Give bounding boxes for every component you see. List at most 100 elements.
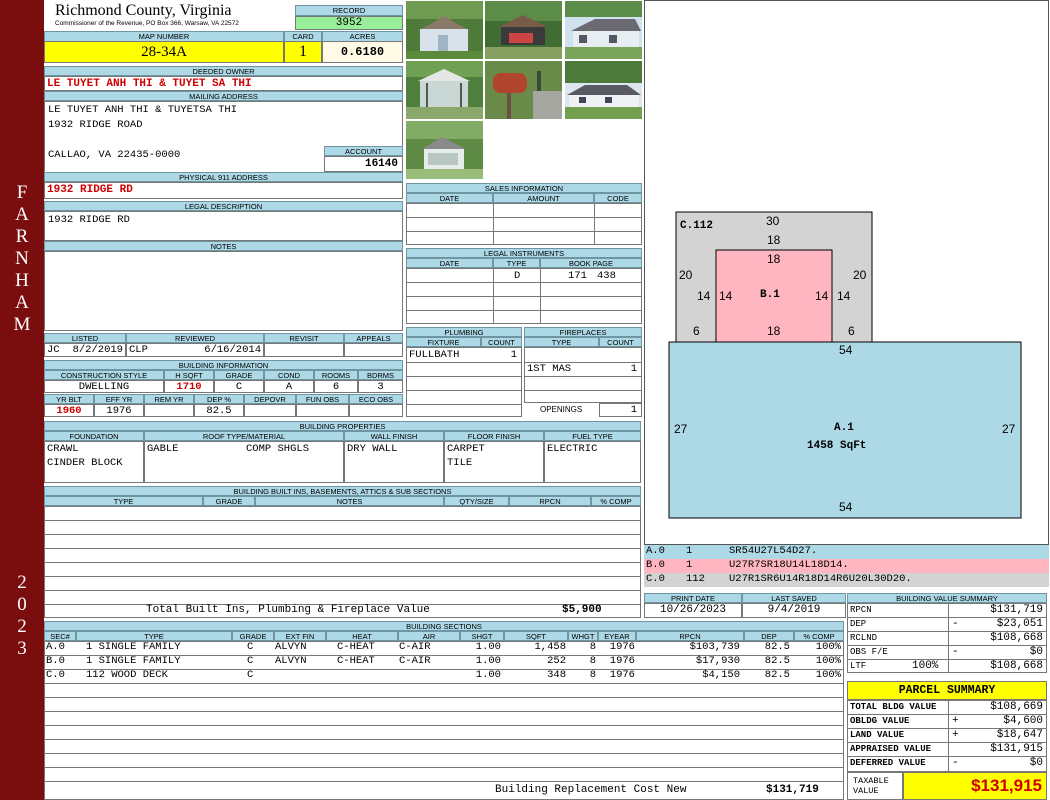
col-grade: GRADE [232, 631, 274, 641]
value-summary-label: BUILDING VALUE SUMMARY [847, 593, 1047, 603]
photo-shed-rear[interactable] [406, 121, 483, 179]
building-information-label: BUILDING INFORMATION [44, 360, 403, 370]
col-extfin: EXT FIN [274, 631, 326, 641]
rpcn-label: RPCN [850, 605, 872, 615]
sections-header: SEC# TYPE GRADE EXT FIN HEAT AIR SHGT SQ… [44, 631, 844, 641]
fireplace-count-label: COUNT [599, 337, 642, 347]
vector-num: 1 [686, 545, 693, 557]
photo-storage-shed[interactable] [406, 1, 483, 59]
building-sections-label: BUILDING SECTIONS [44, 621, 844, 631]
col-sec: SEC# [44, 631, 76, 641]
acres-value: 0.6180 [322, 41, 403, 63]
taxable-label-line1: TAXABLE [853, 776, 889, 786]
col-air: AIR [398, 631, 460, 641]
county-title: Richmond County, Virginia [55, 2, 232, 19]
vector-sec: C.0 [646, 573, 665, 585]
col-heat: HEAT [326, 631, 398, 641]
sketch-a-top: 54 [839, 343, 853, 357]
land-sign: + [952, 729, 959, 741]
dep-label: DEP [850, 619, 867, 629]
vector-row-b: B.0 1 U27R7SR18U14L18D14. [644, 559, 1049, 573]
vector-sec: A.0 [646, 545, 665, 557]
sketch-c-bottom-right: 6 [848, 324, 855, 338]
vector-string: U27R7SR18U14L18D14. [729, 559, 849, 571]
photo-gazebo[interactable] [406, 61, 483, 119]
photo-mailbox[interactable] [485, 61, 562, 119]
ltf-label: LTF [850, 661, 867, 671]
roof-cell: GABLE COMP SHGLS [144, 441, 344, 483]
yr-blt-label: YR BLT [44, 394, 94, 404]
rooms-label: ROOMS [314, 370, 358, 380]
mailing-line-2: 1932 RIDGE ROAD [48, 119, 143, 131]
section-comp: 100% [815, 655, 841, 667]
floor-finish-label: FLOOR FINISH [444, 431, 544, 441]
section-grade: C [247, 641, 254, 653]
notes-field [44, 251, 403, 331]
replacement-cost-label: Building Replacement Cost New [495, 784, 687, 796]
vector-num: 1 [686, 559, 693, 571]
col-whgt: WHGT [568, 631, 598, 641]
last-saved-label: LAST SAVED [742, 593, 846, 603]
legal-type-label: TYPE [493, 258, 540, 268]
deferred-value: $0 [1029, 757, 1043, 769]
vector-string: U27R1SR6U14R18D14R6U20L30D20. [729, 573, 912, 585]
sketch-c-bottom-left: 6 [693, 324, 700, 338]
section-whgt: 8 [589, 641, 596, 653]
listed-by: JC [47, 344, 60, 356]
rclnd-value: $108,668 [990, 632, 1043, 644]
floor-finish-2: TILE [447, 457, 473, 469]
taxable-label: TAXABLE VALUE [847, 772, 903, 800]
col-eyear: EYEAR [598, 631, 636, 641]
col-rpcn: RPCN [636, 631, 744, 641]
section-sec: A.0 [46, 641, 65, 653]
photo-house-front[interactable] [565, 61, 642, 119]
section-dep: 82.5 [764, 669, 790, 681]
legal-description-label: LEGAL DESCRIPTION [44, 201, 403, 211]
sales-info-label: SALES INFORMATION [406, 183, 642, 193]
vector-string: SR54U27L54D27. [729, 545, 818, 557]
print-date: 10/26/2023 [644, 603, 742, 618]
legal-book: 171 [568, 270, 587, 282]
section-ext-fin: ALVYN [275, 655, 307, 667]
dep-pct-label: DEP % [194, 394, 244, 404]
assessment-year: 2023 [17, 572, 27, 659]
section-comp: 100% [815, 669, 841, 681]
sketch-a-left: 27 [674, 422, 688, 436]
district-name: FARNHAM [13, 182, 31, 335]
section-row: A.0 1 SINGLE FAMILY C ALVYN C-HEAT C-AIR 1.00 1… [44, 641, 844, 655]
wall-finish: DRY WALL [344, 441, 444, 483]
listed-label: LISTED [44, 333, 126, 343]
foundation-label: FOUNDATION [44, 431, 144, 441]
section-rpcn: $4,150 [702, 669, 740, 681]
fireplace-count: 1 [630, 363, 637, 375]
fireplace-type: 1ST MAS [527, 363, 572, 375]
section-eyear: 1976 [609, 655, 635, 667]
vector-row-a: A.0 1 SR54U27L54D27. [644, 545, 1049, 559]
photo-carport[interactable] [485, 1, 562, 59]
mailing-address-label: MAILING ADDRESS [44, 91, 403, 101]
openings-value: 1 [599, 403, 642, 417]
section-sqft: 348 [547, 669, 566, 681]
sales-table [406, 203, 642, 245]
reviewed-by: CLP [129, 344, 148, 356]
reviewed-label: REVIEWED [126, 333, 264, 343]
dep-pct: 82.5 [194, 404, 244, 417]
section-heat: C-HEAT [337, 655, 375, 667]
photo-house-side[interactable] [565, 1, 642, 59]
section-rpcn: $17,930 [695, 655, 740, 667]
section-eyear: 1976 [609, 669, 635, 681]
plumbing-fixture-label: FIXTURE [406, 337, 481, 347]
eff-yr: 1976 [94, 404, 144, 417]
commissioner-address: Commissioner of the Revenue, PO Box 366,… [55, 20, 239, 27]
sketch-b-top: 18 [767, 252, 781, 266]
fun-obs [296, 404, 349, 417]
legal-instruments-table: D 171 438 [406, 268, 642, 324]
sketch-c-sub: 18 [767, 233, 781, 247]
section-row: C.0 112 WOOD DECK C 1.00 348 8 1976 $4,150 82.5 1… [44, 669, 844, 683]
value-summary-table: RPCN $131,719 DEP - $23,051 RCLND $108,6… [847, 603, 1047, 673]
appraised-value: $131,915 [990, 743, 1043, 755]
taxable-label-line2: VALUE [853, 786, 879, 796]
sketch-c-right: 20 [853, 268, 867, 282]
sketch-a-label: A.1 [834, 422, 854, 434]
vector-row-c: C.0 112 U27R1SR6U14R18D14R6U20L30D20. [644, 573, 1049, 587]
